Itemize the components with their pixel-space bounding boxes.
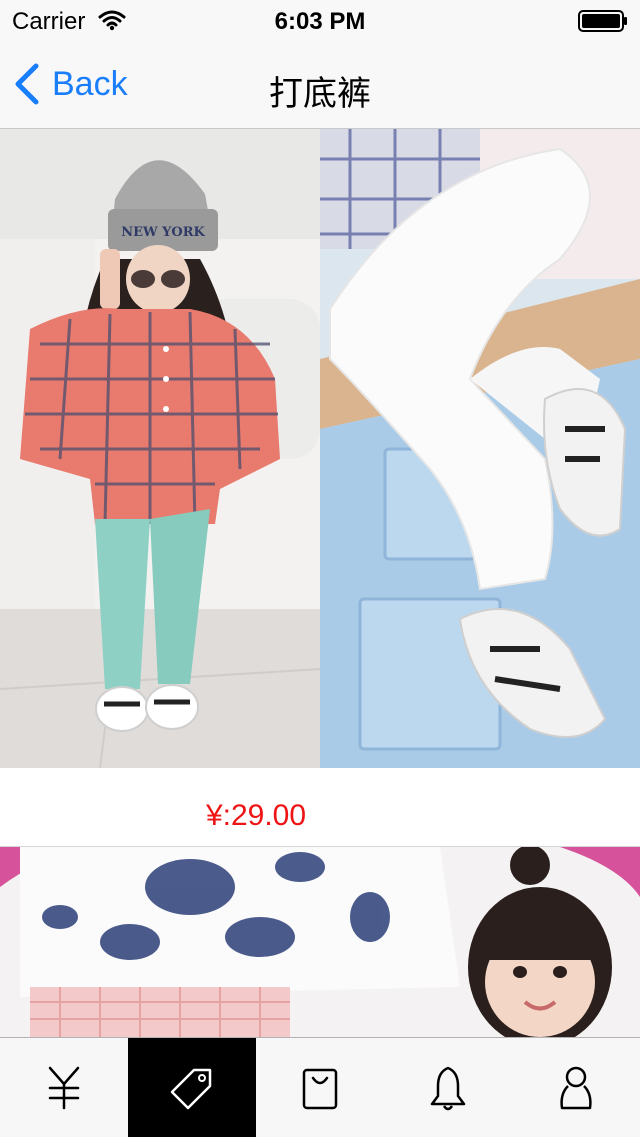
shopping-bag-icon — [302, 1068, 338, 1109]
yen-icon — [48, 1066, 80, 1109]
product-price: ¥:29.00 — [205, 799, 307, 832]
tab-bar — [0, 1037, 640, 1137]
svg-text:NEW YORK: NEW YORK — [121, 225, 205, 240]
back-label: Back — [52, 64, 128, 103]
tab-yen[interactable] — [0, 1038, 128, 1137]
bell-icon — [430, 1066, 466, 1110]
tab-tag[interactable] — [128, 1038, 256, 1137]
tab-bag[interactable] — [256, 1038, 384, 1137]
tag-icon — [170, 1068, 212, 1109]
product-image[interactable]: NEW YORK — [0, 129, 640, 768]
product-image[interactable] — [0, 847, 640, 1037]
person-icon — [560, 1066, 592, 1109]
status-bar: Carrier 6:03 PM — [0, 0, 640, 40]
chevron-left-icon — [15, 63, 39, 105]
status-time: 6:03 PM — [274, 8, 366, 35]
battery-icon — [578, 10, 627, 32]
product-list[interactable]: NEW YORK ¥:29.00 — [0, 129, 640, 1037]
tab-bell[interactable] — [384, 1038, 512, 1137]
tab-profile[interactable] — [512, 1038, 640, 1137]
back-button[interactable]: Back — [14, 62, 128, 106]
navigation-bar: Back 打底裤 — [0, 40, 640, 129]
